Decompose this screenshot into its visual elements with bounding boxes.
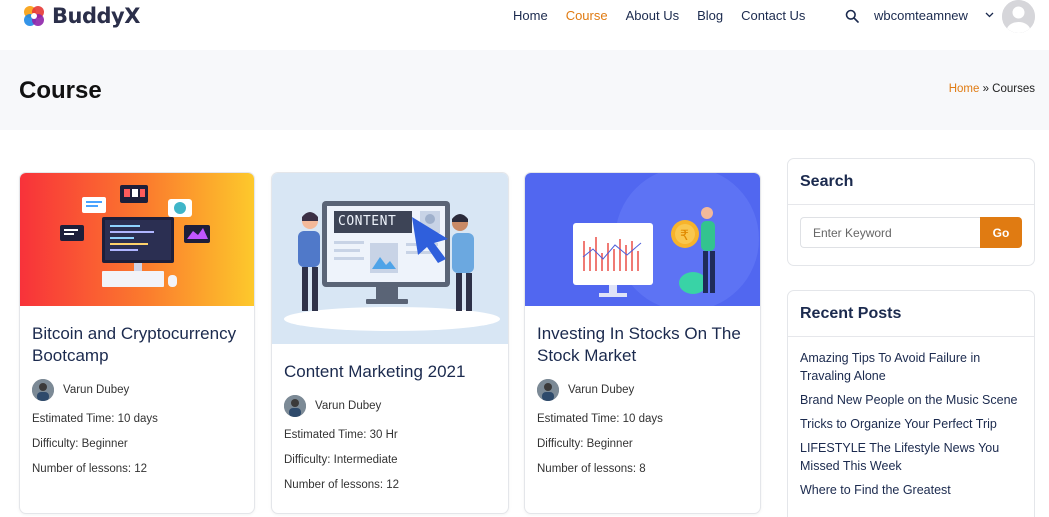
nav-home[interactable]: Home bbox=[513, 8, 548, 23]
chevron-down-icon[interactable] bbox=[985, 12, 994, 18]
course-card[interactable]: CONTENT Content Marketing 2021 Varun Dub… bbox=[271, 172, 509, 514]
recent-post-link[interactable]: Amazing Tips To Avoid Failure in Travali… bbox=[800, 349, 1022, 385]
author-photo-icon bbox=[537, 379, 559, 401]
recent-posts-list: Amazing Tips To Avoid Failure in Travali… bbox=[788, 337, 1034, 499]
recent-post-link[interactable]: LIFESTYLE The Lifestyle News You Missed … bbox=[800, 439, 1022, 475]
author-name[interactable]: Varun Dubey bbox=[315, 400, 381, 412]
course-body: Content Marketing 2021 Varun Dubey Estim… bbox=[272, 344, 508, 491]
author-avatar bbox=[537, 379, 559, 401]
course-difficulty: Difficulty: Intermediate bbox=[284, 454, 398, 466]
nav-about-us[interactable]: About Us bbox=[626, 8, 679, 23]
breadcrumb-current: Courses bbox=[992, 83, 1035, 95]
user-avatar[interactable] bbox=[1002, 0, 1035, 33]
course-title[interactable]: Investing In Stocks On The Stock Market bbox=[537, 323, 748, 367]
course-thumbnail[interactable]: CONTENT bbox=[272, 173, 508, 344]
main-nav: Home Course About Us Blog Contact Us bbox=[513, 8, 823, 23]
author-name[interactable]: Varun Dubey bbox=[568, 384, 634, 396]
brand-name: BuddyX bbox=[52, 4, 140, 28]
search-icon[interactable] bbox=[845, 9, 859, 23]
user-menu-name[interactable]: wbcomteamnew bbox=[874, 8, 968, 23]
logo-mark-icon bbox=[24, 6, 44, 26]
author-avatar bbox=[32, 379, 54, 401]
search-widget-title: Search bbox=[800, 173, 854, 190]
content-marketing-illustration bbox=[284, 201, 500, 331]
recent-posts-title: Recent Posts bbox=[800, 305, 902, 322]
author-name[interactable]: Varun Dubey bbox=[63, 384, 129, 396]
course-lessons: Number of lessons: 12 bbox=[32, 463, 148, 475]
breadcrumb-home[interactable]: Home bbox=[949, 83, 980, 95]
content-area: Bitcoin and Cryptocurrency Bootcamp Varu… bbox=[0, 130, 1049, 517]
svg-text:₹: ₹ bbox=[680, 228, 689, 244]
search-widget: Search Go bbox=[787, 158, 1035, 266]
site-logo[interactable]: BuddyX bbox=[20, 2, 140, 30]
course-lessons: Number of lessons: 12 bbox=[284, 479, 400, 491]
search-input[interactable] bbox=[800, 217, 980, 248]
course-author: Varun Dubey bbox=[32, 379, 242, 401]
stock-market-illustration: ₹ bbox=[573, 173, 759, 306]
author-photo-icon bbox=[32, 379, 54, 401]
course-body: Bitcoin and Cryptocurrency Bootcamp Varu… bbox=[20, 306, 254, 475]
course-estimated-time: Estimated Time: 10 days bbox=[537, 413, 663, 425]
course-difficulty: Difficulty: Beginner bbox=[32, 438, 128, 450]
course-estimated-time: Estimated Time: 10 days bbox=[32, 413, 158, 425]
page-title: Course bbox=[19, 77, 102, 104]
recent-post-link[interactable]: Brand New People on the Music Scene bbox=[800, 391, 1022, 409]
content-image-text: CONTENT bbox=[338, 214, 397, 229]
search-go-button[interactable]: Go bbox=[980, 217, 1022, 248]
course-thumbnail[interactable] bbox=[20, 173, 254, 306]
recent-post-link[interactable]: Where to Find the Greatest bbox=[800, 481, 1022, 499]
course-title[interactable]: Content Marketing 2021 bbox=[284, 361, 496, 383]
course-thumbnail[interactable]: ₹ bbox=[525, 173, 760, 306]
course-body: Investing In Stocks On The Stock Market … bbox=[525, 306, 760, 475]
course-author: Varun Dubey bbox=[537, 379, 748, 401]
default-avatar-icon bbox=[1002, 0, 1035, 33]
course-lessons: Number of lessons: 8 bbox=[537, 463, 646, 475]
author-photo-icon bbox=[284, 395, 306, 417]
course-title[interactable]: Bitcoin and Cryptocurrency Bootcamp bbox=[32, 323, 242, 367]
nav-course[interactable]: Course bbox=[566, 8, 608, 23]
course-card[interactable]: Bitcoin and Cryptocurrency Bootcamp Varu… bbox=[19, 172, 255, 514]
nav-contact-us[interactable]: Contact Us bbox=[741, 8, 805, 23]
page-title-bar: Course Home » Courses bbox=[0, 50, 1049, 130]
author-avatar bbox=[284, 395, 306, 417]
nav-blog[interactable]: Blog bbox=[697, 8, 723, 23]
course-estimated-time: Estimated Time: 30 Hr bbox=[284, 429, 398, 441]
recent-posts-widget: Recent Posts Amazing Tips To Avoid Failu… bbox=[787, 290, 1035, 517]
course-difficulty: Difficulty: Beginner bbox=[537, 438, 633, 450]
crypto-illustration bbox=[60, 185, 210, 287]
site-header: BuddyX Home Course About Us Blog Contact… bbox=[0, 0, 1049, 50]
breadcrumb: Home » Courses bbox=[949, 83, 1035, 95]
search-form: Go bbox=[788, 205, 1034, 260]
breadcrumb-separator: » bbox=[979, 83, 993, 95]
recent-post-link[interactable]: Tricks to Organize Your Perfect Trip bbox=[800, 415, 1022, 433]
course-author: Varun Dubey bbox=[284, 395, 496, 417]
course-card[interactable]: ₹ Investing In Stocks On The Stock Marke… bbox=[524, 172, 761, 514]
